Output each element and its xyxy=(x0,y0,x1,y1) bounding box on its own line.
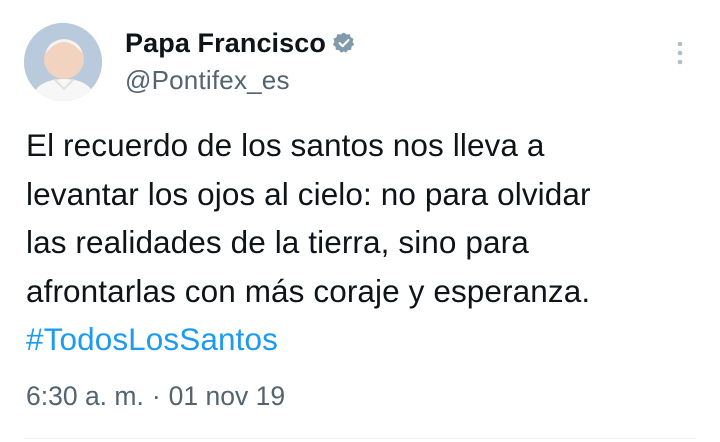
hashtag-link[interactable]: #TodosLosSantos xyxy=(26,315,706,364)
meta-separator: · xyxy=(151,381,161,411)
tweet-time[interactable]: 6:30 a. m. xyxy=(26,381,144,412)
display-name[interactable]: Papa Francisco xyxy=(125,28,326,59)
tweet-text-line: El recuerdo de los santos nos lleva a xyxy=(26,127,545,163)
tweet-date[interactable]: 01 nov 19 xyxy=(169,381,285,412)
avatar[interactable] xyxy=(24,23,102,101)
tweet-card: Papa Francisco @Pontifex_es El recuerdo … xyxy=(0,0,720,442)
avatar-image xyxy=(24,23,102,101)
more-vertical-icon[interactable] xyxy=(668,38,692,68)
verified-badge-icon xyxy=(332,31,356,55)
name-row: Papa Francisco xyxy=(125,26,356,60)
divider xyxy=(24,438,696,439)
tweet-text-line: las realidades de la tierra, sino para xyxy=(26,224,529,260)
tweet-meta: 6:30 a. m. · 01 nov 19 xyxy=(26,381,285,412)
handle[interactable]: @Pontifex_es xyxy=(125,65,356,96)
tweet-text-line: afrontarlas con más coraje y esperanza. xyxy=(26,272,591,309)
tweet-text-line: levantar los ojos al cielo: no para olvi… xyxy=(26,175,591,212)
tweet-text: El recuerdo de los santos nos lleva a le… xyxy=(26,121,706,364)
author-block: Papa Francisco @Pontifex_es xyxy=(125,26,356,96)
